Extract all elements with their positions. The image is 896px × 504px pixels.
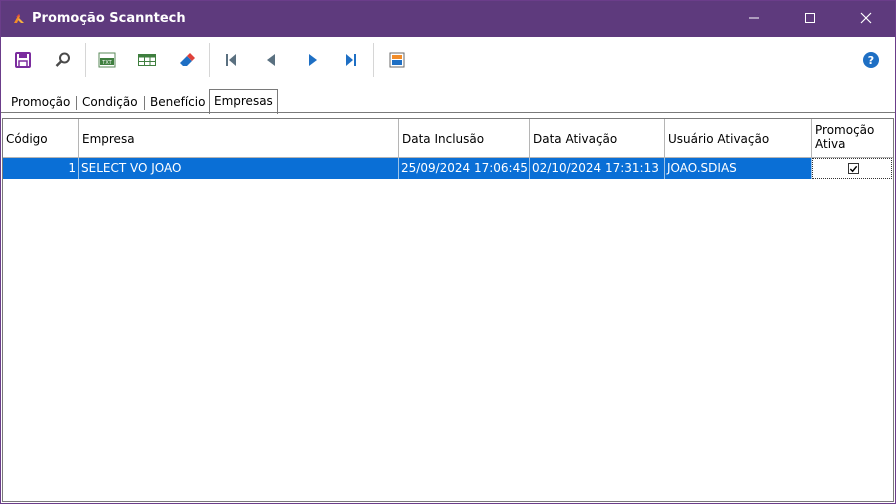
- svg-text:?: ?: [868, 54, 874, 67]
- tab-condicao[interactable]: Condição: [78, 93, 142, 113]
- toolbar-separator: [373, 43, 374, 77]
- skip-first-icon: [224, 52, 238, 71]
- triangle-left-icon: [264, 52, 278, 71]
- scanntech-logo-icon: [11, 10, 27, 26]
- toolbar-separator: [209, 43, 210, 77]
- cell-data-ativacao[interactable]: 02/10/2024 17:31:13: [530, 158, 665, 179]
- promocao-ativa-checkbox[interactable]: [847, 163, 859, 174]
- log-report-icon: [388, 51, 406, 72]
- search-button[interactable]: [51, 49, 75, 73]
- minimize-icon: [748, 12, 760, 27]
- maximize-button[interactable]: [787, 1, 833, 37]
- cell-promocao-ativa[interactable]: [812, 158, 892, 179]
- tab-baseline: [1, 112, 895, 113]
- close-icon: [860, 12, 872, 27]
- maximize-icon: [804, 12, 816, 27]
- previous-record-button[interactable]: [259, 49, 283, 73]
- checkmark-icon: [849, 165, 857, 172]
- tab-beneficio[interactable]: Benefício: [146, 93, 209, 113]
- column-header-promocao-ativa[interactable]: Promoção Ativa: [812, 119, 893, 158]
- triangle-right-icon: [306, 52, 320, 71]
- table-row[interactable]: 1 SELECT VO JOAO 25/09/2024 17:06:45 02/…: [3, 158, 893, 179]
- tab-promocao[interactable]: Promoção: [7, 93, 74, 113]
- grid-header: Código Empresa Data Inclusão Data Ativaç…: [3, 119, 893, 158]
- floppy-disk-icon: [14, 51, 32, 72]
- cell-empresa[interactable]: SELECT VO JOAO: [79, 158, 399, 179]
- toolbar-separator: [85, 43, 86, 77]
- column-header-data-ativacao[interactable]: Data Ativação: [530, 119, 665, 158]
- log-button[interactable]: [385, 49, 409, 73]
- help-circle-icon: ?: [862, 51, 880, 72]
- save-button[interactable]: [11, 49, 35, 73]
- promocao-scanntech-window: Promoção Scanntech TXT ? Promoção Condiç…: [0, 0, 896, 504]
- svg-text:TXT: TXT: [101, 60, 112, 66]
- minimize-button[interactable]: [731, 1, 777, 37]
- column-header-usuario-ativacao[interactable]: Usuário Ativação: [665, 119, 812, 158]
- table-grid-icon: [137, 52, 157, 71]
- title-bar[interactable]: Promoção Scanntech: [1, 1, 895, 37]
- grid-button[interactable]: [135, 49, 159, 73]
- cell-codigo[interactable]: 1: [3, 158, 79, 179]
- tab-divider: [144, 96, 145, 110]
- column-header-codigo[interactable]: Código: [3, 119, 79, 158]
- clear-button[interactable]: [175, 49, 199, 73]
- magnifier-icon: [54, 51, 72, 72]
- last-record-button[interactable]: [339, 49, 363, 73]
- column-header-empresa[interactable]: Empresa: [79, 119, 399, 158]
- export-txt-button[interactable]: TXT: [95, 49, 119, 73]
- txt-file-icon: TXT: [97, 51, 117, 72]
- eraser-icon: [177, 51, 197, 72]
- help-button[interactable]: ?: [859, 49, 883, 73]
- tab-bar: Promoção Condição Benefício Empresas: [1, 85, 895, 114]
- empresas-grid[interactable]: Código Empresa Data Inclusão Data Ativaç…: [2, 118, 894, 502]
- tab-divider: [76, 96, 77, 110]
- cell-data-inclusao[interactable]: 25/09/2024 17:06:45: [399, 158, 530, 179]
- skip-last-icon: [344, 52, 358, 71]
- toolbar: TXT ?: [1, 37, 895, 85]
- window-title: Promoção Scanntech: [32, 11, 186, 26]
- close-button[interactable]: [843, 1, 889, 37]
- next-record-button[interactable]: [301, 49, 325, 73]
- first-record-button[interactable]: [219, 49, 243, 73]
- column-header-data-inclusao[interactable]: Data Inclusão: [399, 119, 530, 158]
- tab-empresas[interactable]: Empresas: [209, 89, 278, 114]
- cell-usuario-ativacao[interactable]: JOAO.SDIAS: [665, 158, 812, 179]
